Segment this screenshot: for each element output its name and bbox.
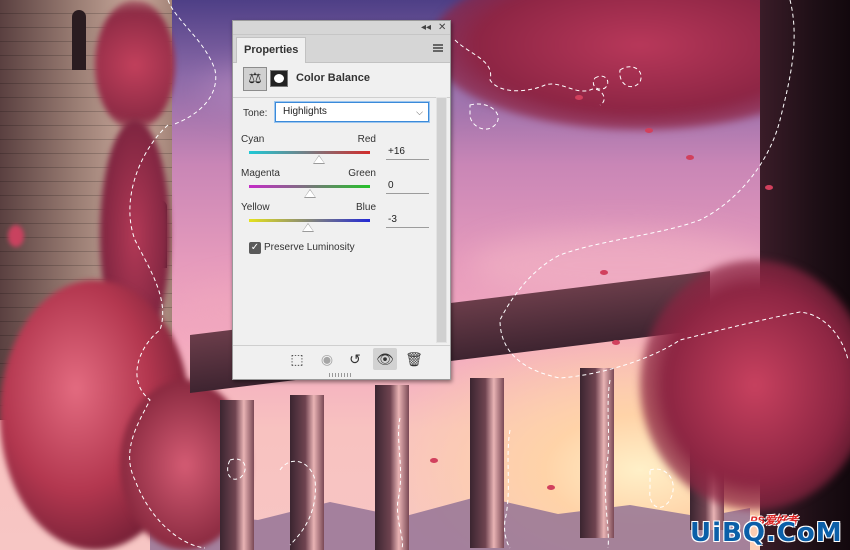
- slider-track[interactable]: [249, 151, 370, 154]
- preserve-luminosity-label[interactable]: Preserve Luminosity: [264, 242, 355, 253]
- slider-yellow-blue: Yellow Blue -3: [241, 202, 431, 242]
- scrollbar-thumb[interactable]: [437, 98, 446, 342]
- slider-left-label: Cyan: [241, 134, 265, 145]
- slider-thumb[interactable]: [313, 155, 326, 164]
- slider-left-label: Magenta: [241, 168, 280, 179]
- watermark-text: UiBQ.CoM: [690, 518, 843, 548]
- reset-icon[interactable]: ↺: [343, 348, 367, 370]
- divider: [233, 97, 450, 98]
- tone-label: Tone:: [243, 108, 268, 119]
- layer-mask-icon[interactable]: [270, 70, 288, 87]
- panel-scrollbar[interactable]: [436, 97, 447, 343]
- view-previous-state-icon[interactable]: ◉: [315, 348, 339, 370]
- visibility-eye-icon[interactable]: 👁: [373, 348, 397, 370]
- balance-scale-icon[interactable]: ⚖: [243, 67, 267, 91]
- slider-track[interactable]: [249, 219, 370, 222]
- slider-track[interactable]: [249, 185, 370, 188]
- preserve-luminosity-checkbox[interactable]: ✓: [249, 242, 261, 254]
- slider-left-label: Yellow: [241, 202, 270, 213]
- tab-properties[interactable]: Properties: [236, 37, 307, 63]
- panel-tab-row: Properties: [233, 35, 450, 63]
- slider-right-label: Blue: [355, 202, 376, 213]
- panel-title-strip[interactable]: ◂◂ ✕: [233, 21, 450, 35]
- chevron-down-icon: ⌵: [416, 107, 423, 117]
- slider-value-field[interactable]: 0: [386, 178, 429, 194]
- adjustment-header: ⚖ Color Balance: [233, 63, 450, 97]
- delete-trash-icon[interactable]: 🗑: [402, 348, 426, 370]
- panel-menu-icon[interactable]: [433, 44, 443, 52]
- slider-right-label: Green: [348, 168, 376, 179]
- slider-thumb[interactable]: [302, 223, 315, 232]
- properties-panel: ◂◂ ✕ Properties ⚖ Color Balance Tone: Hi…: [232, 20, 451, 380]
- adjustment-title: Color Balance: [296, 72, 370, 84]
- slider-value-field[interactable]: +16: [386, 144, 429, 160]
- watermark-logo: PS爱好者 UiBQ.CoM: [690, 512, 843, 548]
- collapse-panel-icon[interactable]: ◂◂: [421, 22, 431, 34]
- clip-to-layer-icon[interactable]: ⬚: [285, 348, 309, 370]
- tone-selected-value: Highlights: [283, 106, 327, 117]
- panel-footer: ⬚ ◉ ↺ 👁 🗑: [233, 345, 450, 371]
- slider-thumb[interactable]: [303, 189, 316, 198]
- close-panel-icon[interactable]: ✕: [438, 22, 446, 34]
- resize-grip[interactable]: [329, 373, 353, 377]
- slider-right-label: Red: [357, 134, 376, 145]
- slider-value-field[interactable]: -3: [386, 212, 429, 228]
- tone-dropdown[interactable]: Highlights ⌵: [275, 102, 429, 122]
